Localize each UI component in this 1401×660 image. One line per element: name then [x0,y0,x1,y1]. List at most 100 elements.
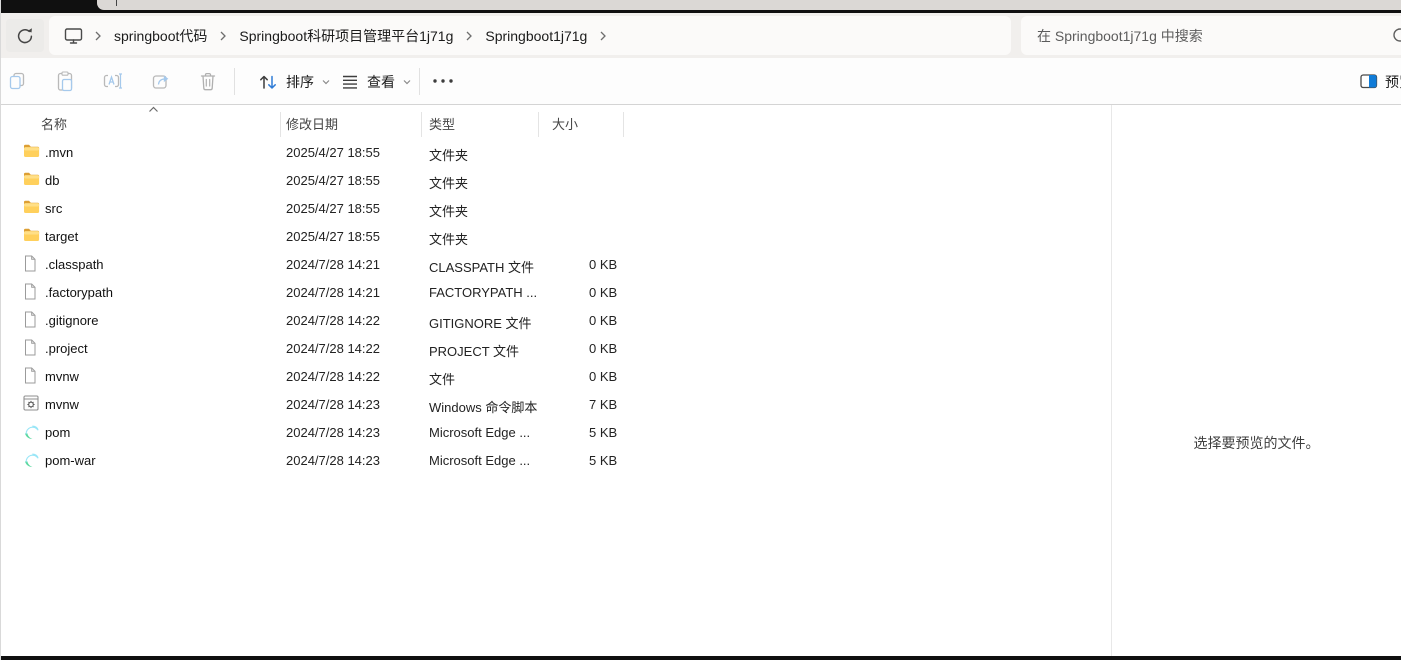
file-name: .mvn [45,145,73,160]
blank-file-icon [23,255,37,272]
file-name: pom [45,425,70,440]
refresh-button[interactable] [6,19,44,52]
file-size: 0 KB [589,313,617,328]
breadcrumb-item[interactable]: springboot代码 [110,26,211,46]
file-date: 2025/4/27 18:55 [286,229,380,244]
file-row[interactable]: mvnw 2024/7/28 14:22 文件 0 KB [1,362,1111,390]
paste-button[interactable] [45,63,85,99]
file-type: Windows 命令脚本 [429,397,537,416]
folder-icon [23,227,40,242]
file-type: Microsoft Edge ... [429,453,530,468]
file-type: GITIGNORE 文件 [429,313,532,332]
file-size: 5 KB [589,453,617,468]
file-row[interactable]: pom-war 2024/7/28 14:23 Microsoft Edge .… [1,446,1111,474]
file-row[interactable]: .classpath 2024/7/28 14:21 CLASSPATH 文件 … [1,250,1111,278]
preview-toggle-button[interactable]: 预览 [1351,64,1401,99]
breadcrumb-chevron-icon [591,30,615,42]
file-row[interactable]: .mvn 2025/4/27 18:55 文件夹 [1,138,1111,166]
column-header-name[interactable]: 名称 [41,114,67,133]
file-type: 文件 [429,369,455,388]
file-date: 2025/4/27 18:55 [286,201,380,216]
column-header-size[interactable]: 大小 [552,114,578,133]
blank-file-icon [23,339,37,356]
column-header-type[interactable]: 类型 [429,114,455,133]
folder-icon [23,199,40,214]
copy-icon [6,70,28,92]
edge-html-icon [23,451,40,468]
copy-button[interactable] [0,63,37,99]
file-name: db [45,173,59,188]
breadcrumb-chevron-icon [211,30,235,42]
file-name: mvnw [45,397,79,412]
file-date: 2025/4/27 18:55 [286,173,380,188]
sort-label: 排序 [286,72,314,92]
file-row[interactable]: db 2025/4/27 18:55 文件夹 [1,166,1111,194]
command-toolbar: 排序 查看 预览 [1,58,1401,105]
blank-file-icon [23,367,37,384]
sort-ascending-icon [148,106,159,113]
breadcrumb-chevron-icon [457,30,481,42]
file-type: CLASSPATH 文件 [429,257,534,276]
column-resize-handle[interactable] [538,112,539,137]
file-name: pom-war [45,453,96,468]
file-date: 2025/4/27 18:55 [286,145,380,160]
view-button[interactable]: 查看 [331,64,421,99]
file-row[interactable]: .project 2024/7/28 14:22 PROJECT 文件 0 KB [1,334,1111,362]
file-type: PROJECT 文件 [429,341,519,360]
search-icon[interactable] [1391,26,1401,46]
sort-button[interactable]: 排序 [248,64,340,99]
file-explorer-window: springboot代码 Springboot科研项目管理平台1j71g Spr… [0,0,1401,660]
search-input[interactable]: 在 Springboot1j71g 中搜索 [1021,16,1401,55]
preview-label: 预览 [1385,72,1401,92]
rename-icon [101,70,125,92]
file-row[interactable]: target 2025/4/27 18:55 文件夹 [1,222,1111,250]
file-name: .factorypath [45,285,113,300]
search-placeholder: 在 Springboot1j71g 中搜索 [1037,26,1203,46]
paste-icon [54,70,76,92]
view-list-icon [340,73,360,91]
file-row[interactable]: src 2025/4/27 18:55 文件夹 [1,194,1111,222]
file-date: 2024/7/28 14:23 [286,453,380,468]
column-header-date[interactable]: 修改日期 [286,114,338,133]
file-row[interactable]: pom 2024/7/28 14:23 Microsoft Edge ... 5… [1,418,1111,446]
this-pc-icon[interactable] [61,26,86,45]
file-row[interactable]: .gitignore 2024/7/28 14:22 GITIGNORE 文件 … [1,306,1111,334]
file-name: .gitignore [45,313,98,328]
more-ellipsis-icon [432,78,454,84]
address-bar: springboot代码 Springboot科研项目管理平台1j71g Spr… [1,13,1401,58]
edge-html-icon [23,423,40,440]
breadcrumb-item-current[interactable]: Springboot1j71g [481,28,591,44]
window-tab-strip [1,0,1401,13]
delete-button[interactable] [188,63,228,99]
file-type: FACTORYPATH ... [429,285,537,300]
rename-button[interactable] [93,63,133,99]
file-list: .mvn 2025/4/27 18:55 文件夹 [1,138,1111,474]
breadcrumb-bar[interactable]: springboot代码 Springboot科研项目管理平台1j71g Spr… [49,16,1011,55]
share-button[interactable] [141,63,181,99]
file-row[interactable]: .factorypath 2024/7/28 14:21 FACTORYPATH… [1,278,1111,306]
more-options-button[interactable] [423,63,463,99]
column-resize-handle[interactable] [623,112,624,137]
breadcrumb-item[interactable]: Springboot科研项目管理平台1j71g [235,26,457,46]
window-bottom-edge [1,656,1401,660]
file-date: 2024/7/28 14:22 [286,313,380,328]
view-label: 查看 [367,72,395,92]
breadcrumb-chevron-icon [86,30,110,42]
chevron-down-icon [321,77,331,87]
file-size: 5 KB [589,425,617,440]
file-size: 0 KB [589,369,617,384]
folder-icon [23,143,40,158]
trash-icon [198,70,218,92]
column-resize-handle[interactable] [280,112,281,137]
file-name: src [45,201,62,216]
file-date: 2024/7/28 14:23 [286,425,380,440]
file-size: 0 KB [589,341,617,356]
column-resize-handle[interactable] [421,112,422,137]
file-name: mvnw [45,369,79,384]
file-name: .classpath [45,257,104,272]
explorer-tab[interactable] [97,0,1401,10]
file-name: target [45,229,78,244]
file-list-pane: 名称 修改日期 类型 大小 [1,105,1111,656]
file-row[interactable]: mvnw 2024/7/28 14:23 Windows 命令脚本 7 KB [1,390,1111,418]
preview-pane-icon [1360,74,1378,89]
